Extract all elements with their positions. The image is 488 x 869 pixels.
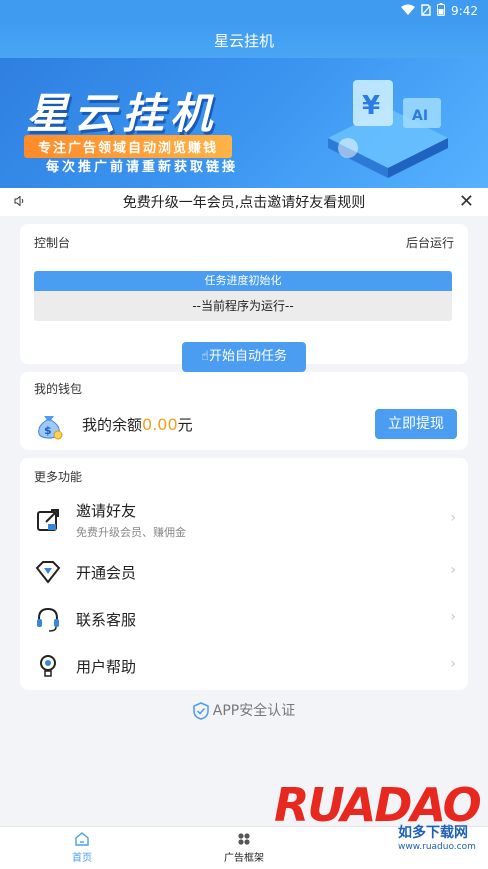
- start-task-button[interactable]: ☝开始自动任务: [182, 342, 306, 372]
- contact-service-item[interactable]: 联系客服 ›: [20, 597, 468, 641]
- open-membership-label: 开通会员: [76, 564, 137, 582]
- speaker-icon: [14, 195, 26, 209]
- console-title: 控制台: [34, 236, 71, 250]
- svg-text:AI: AI: [412, 108, 428, 124]
- user-help-label: 用户帮助: [76, 658, 137, 676]
- user-help-item[interactable]: 用户帮助 ›: [20, 644, 468, 688]
- svg-text:$: $: [44, 424, 52, 437]
- tab-home-label: 首页: [72, 853, 92, 864]
- banner-title: 星云挂机: [26, 89, 219, 138]
- status-time: 9:42: [451, 4, 478, 18]
- invite-friends-item[interactable]: 邀请好友 免费升级会员、赚佣金 ›: [20, 498, 468, 542]
- tap-icon: ☝: [201, 349, 209, 364]
- site-watermark: RUADAO 如多下载网 www.ruaduo.com: [270, 778, 484, 866]
- chevron-right-icon: ›: [450, 562, 456, 578]
- console-card: 控制台 后台运行 任务进度初始化 --当前程序为运行-- ☝开始自动任务: [20, 224, 468, 372]
- start-task-label: 开始自动任务: [208, 349, 287, 364]
- headset-icon: [37, 607, 59, 632]
- balance-text: 我的余额0.00元: [82, 414, 193, 435]
- chevron-right-icon: ›: [450, 609, 456, 625]
- more-title: 更多功能: [34, 470, 83, 484]
- svg-text:¥: ¥: [362, 91, 380, 121]
- sim-icon: [421, 3, 431, 19]
- security-certification: APP安全认证: [0, 700, 488, 722]
- open-membership-item[interactable]: 开通会员 ›: [20, 550, 468, 594]
- status-bar: 9:42: [0, 0, 488, 22]
- shield-check-icon: [193, 702, 209, 720]
- lightbulb-icon: [40, 655, 56, 677]
- balance-amount: 0.00: [142, 415, 178, 434]
- withdraw-button[interactable]: 立即提现: [375, 409, 457, 439]
- tab-ad-framework-label: 广告框架: [224, 853, 264, 864]
- watermark-url: www.ruaduo.com: [398, 842, 476, 852]
- invite-friends-sublabel: 免费升级会员、赚佣金: [76, 526, 186, 539]
- banner-line1: 专注广告领域自动浏览赚钱: [24, 135, 233, 158]
- balance-prefix: 我的余额: [82, 416, 143, 434]
- more-functions-card: 更多功能 邀请好友 免费升级会员、赚佣金 › 开通会员 › 联系客服 › 用户帮…: [20, 458, 468, 690]
- share-icon: [37, 509, 59, 531]
- program-status: --当前程序为运行--: [34, 291, 452, 321]
- balance-suffix: 元: [177, 416, 193, 434]
- notice-bar[interactable]: 免费升级一年会员,点击邀请好友看规则 ✕: [0, 188, 488, 216]
- chevron-right-icon: ›: [450, 510, 456, 526]
- battery-icon: [437, 3, 446, 19]
- page-title: 星云挂机: [213, 31, 274, 50]
- money-bag-icon: $: [38, 416, 63, 440]
- banner-line2: 每次推广前请重新获取链接: [46, 160, 239, 175]
- diamond-icon: [35, 561, 61, 584]
- wifi-icon: [401, 4, 416, 19]
- notice-text: 免费升级一年会员,点击邀请好友看规则: [122, 195, 366, 211]
- security-text: APP安全认证: [212, 703, 296, 719]
- progress-label: 任务进度初始化: [34, 271, 452, 291]
- wallet-title: 我的钱包: [34, 382, 83, 396]
- chevron-right-icon: ›: [450, 656, 456, 672]
- promo-banner[interactable]: 星云挂机 专注广告领域自动浏览赚钱 每次推广前请重新获取链接 ¥ AI: [0, 58, 488, 188]
- banner-illustration: ¥ AI: [328, 80, 448, 178]
- console-status: 后台运行: [405, 236, 454, 250]
- grid-icon: [238, 833, 250, 845]
- wallet-card: 我的钱包 $ 我的余额0.00元 立即提现: [20, 372, 468, 450]
- tab-home[interactable]: 首页: [42, 831, 122, 864]
- close-icon[interactable]: ✕: [459, 191, 474, 212]
- contact-service-label: 联系客服: [76, 611, 137, 629]
- home-icon: [75, 832, 89, 846]
- watermark-cn: 如多下载网: [398, 825, 468, 841]
- app-bar: 星云挂机: [0, 22, 488, 58]
- invite-friends-label: 邀请好友: [76, 502, 137, 520]
